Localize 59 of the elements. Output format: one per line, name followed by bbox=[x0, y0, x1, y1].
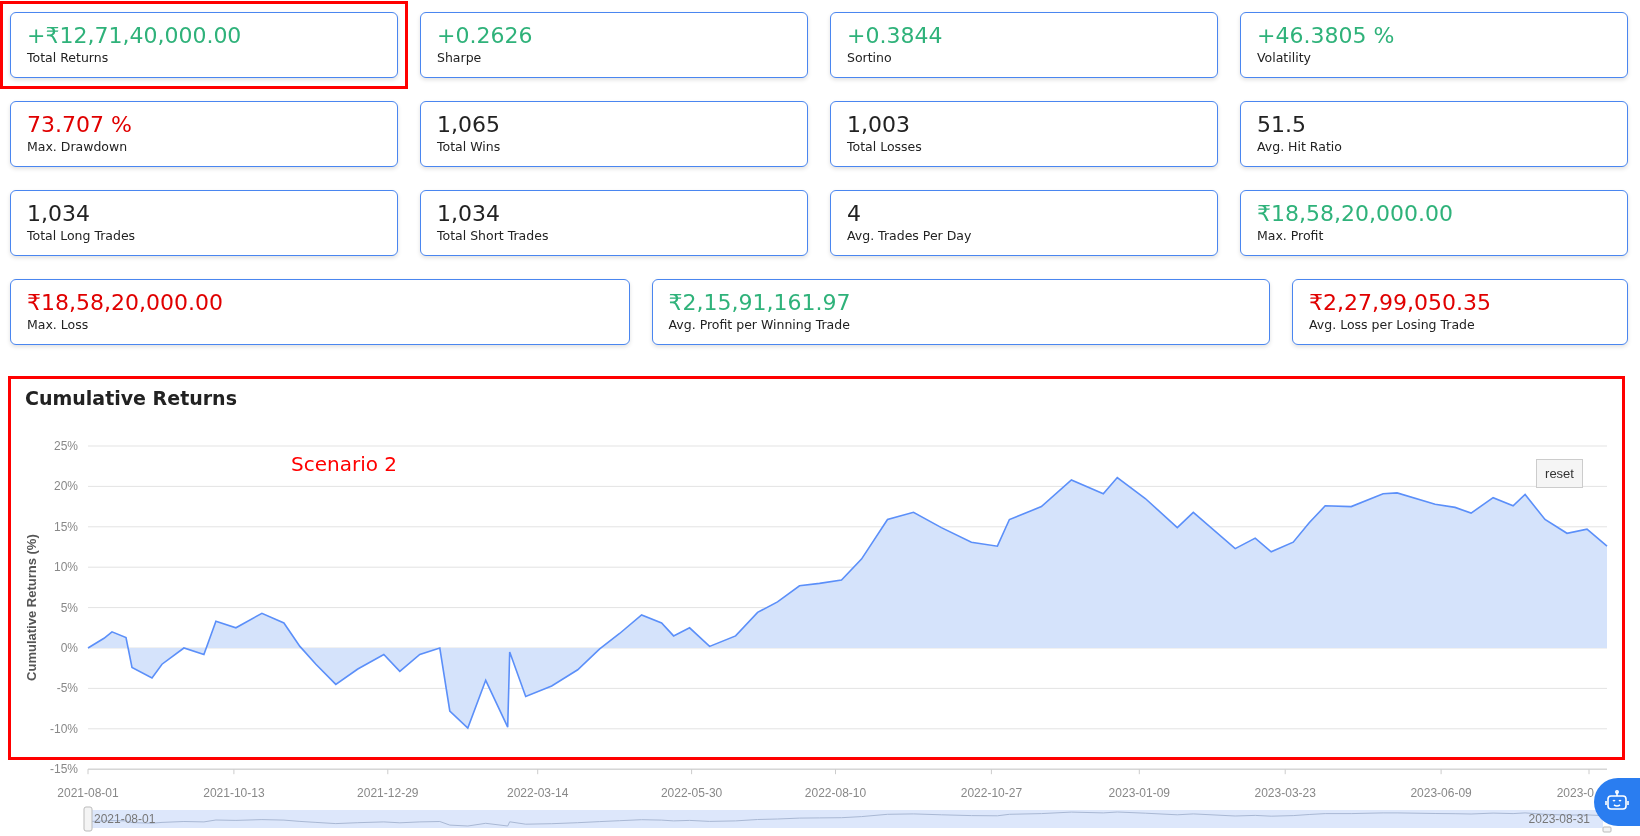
stat-label: Max. Loss bbox=[27, 317, 90, 333]
chat-bot-button[interactable] bbox=[1594, 778, 1640, 826]
y-tick-label: -15% bbox=[50, 762, 78, 777]
y-axis-title: Cumulative Returns (%) bbox=[24, 534, 39, 681]
x-tick-label: 2022-10-27 bbox=[960, 786, 1023, 801]
y-tick-label: 5% bbox=[60, 600, 78, 615]
annotation-text: Scenario 2 bbox=[291, 451, 398, 478]
stat-value: ₹18,58,20,000.00 bbox=[27, 289, 224, 317]
stat-value: ₹2,27,99,050.35 bbox=[1309, 289, 1492, 317]
stat-value: 73.707 % bbox=[27, 111, 133, 139]
stat-value: +0.3844 bbox=[847, 22, 944, 50]
reset-button[interactable]: reset bbox=[1536, 459, 1583, 488]
stat-value: 1,034 bbox=[27, 200, 91, 228]
stat-label: Total Returns bbox=[27, 50, 110, 66]
stat-label: Avg. Profit per Winning Trade bbox=[668, 317, 851, 333]
stat-label: Total Wins bbox=[437, 139, 502, 155]
stat-label: Avg. Trades Per Day bbox=[847, 228, 973, 244]
y-tick-label: -10% bbox=[50, 721, 78, 736]
stat-label: Total Losses bbox=[847, 139, 923, 155]
x-tick-label: 2021-12-29 bbox=[357, 786, 419, 801]
y-tick-label: 10% bbox=[53, 560, 78, 575]
range-handle[interactable] bbox=[83, 806, 93, 832]
range-start-label: 2021-08-01 bbox=[94, 812, 156, 826]
y-tick-label: 20% bbox=[53, 479, 78, 494]
x-tick-label: 2023-0 bbox=[1556, 786, 1594, 801]
x-tick-label: 2021-08-01 bbox=[57, 786, 119, 801]
stat-value: 4 bbox=[847, 200, 862, 228]
stat-value: ₹2,15,91,161.97 bbox=[668, 289, 852, 317]
stat-value: +₹12,71,40,000.00 bbox=[27, 22, 243, 50]
chart-title: Cumulative Returns bbox=[25, 387, 237, 409]
stat-value: ₹18,58,20,000.00 bbox=[1257, 200, 1454, 228]
stat-label: Avg. Loss per Losing Trade bbox=[1309, 317, 1476, 333]
x-tick-label: 2023-06-09 bbox=[1410, 786, 1472, 801]
x-tick-label: 2022-08-10 bbox=[804, 786, 867, 801]
stat-label: Sortino bbox=[847, 50, 893, 66]
stat-label: Volatility bbox=[1257, 50, 1312, 66]
stat-value: 1,003 bbox=[847, 111, 911, 139]
stat-value: 1,065 bbox=[437, 111, 501, 139]
stat-value: 1,034 bbox=[437, 200, 501, 228]
y-tick-label: -5% bbox=[56, 681, 78, 696]
range-end-label: 2023-08-31 bbox=[1528, 812, 1590, 826]
stat-label: Avg. Hit Ratio bbox=[1257, 139, 1343, 155]
stat-label: Max. Drawdown bbox=[27, 139, 129, 155]
x-tick-label: 2022-05-30 bbox=[660, 786, 723, 801]
stat-value: +46.3805 % bbox=[1257, 22, 1396, 50]
y-tick-label: 0% bbox=[60, 641, 78, 655]
y-tick-label: 25% bbox=[53, 439, 78, 453]
x-tick-label: 2022-03-14 bbox=[507, 786, 569, 801]
x-tick-label: 2023-01-09 bbox=[1108, 786, 1170, 801]
stat-label: Sharpe bbox=[437, 50, 483, 66]
range-handle[interactable] bbox=[1602, 826, 1612, 833]
stat-value: 51.5 bbox=[1257, 111, 1307, 139]
stat-label: Total Long Trades bbox=[27, 228, 137, 244]
x-tick-label: 2021-10-13 bbox=[203, 786, 265, 801]
x-tick-label: 2023-03-23 bbox=[1254, 786, 1316, 801]
stat-label: Total Short Trades bbox=[437, 228, 550, 244]
stat-value: +0.2626 bbox=[437, 22, 534, 50]
y-tick-label: 15% bbox=[53, 519, 78, 534]
stat-label: Max. Profit bbox=[1257, 228, 1325, 244]
